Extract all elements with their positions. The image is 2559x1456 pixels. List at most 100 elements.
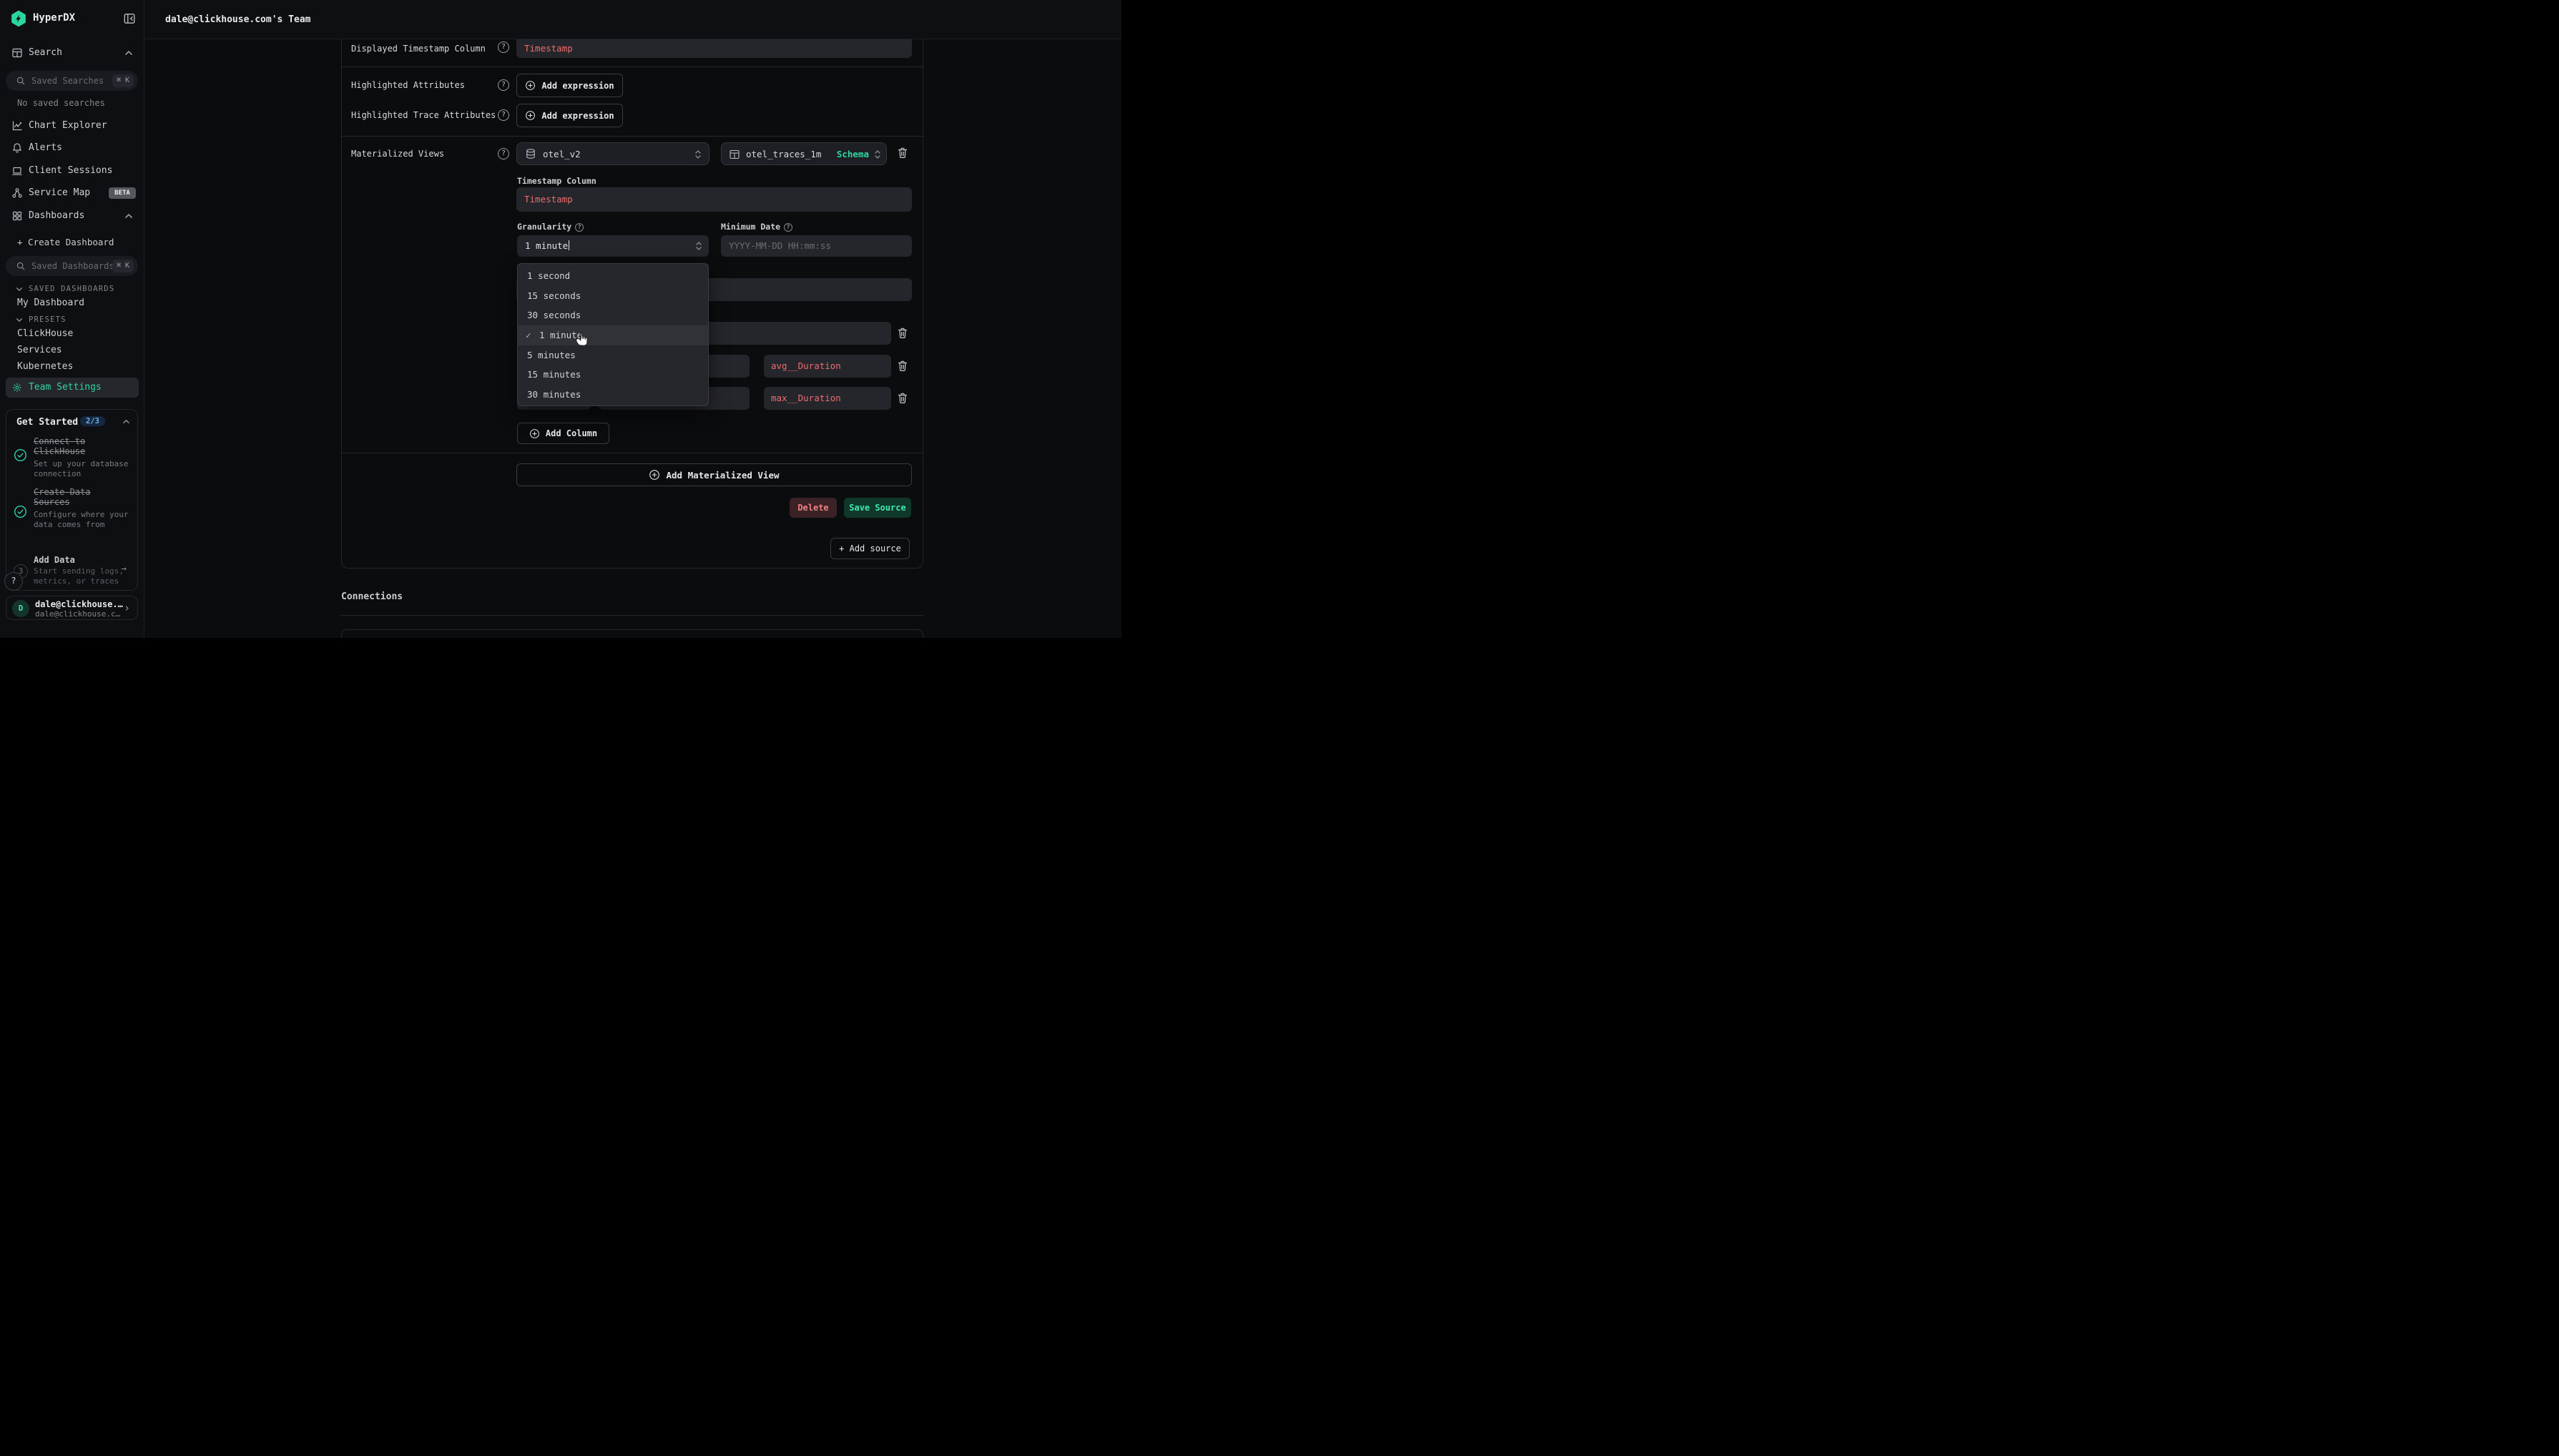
button-label: Add expression	[541, 81, 614, 91]
help-icon[interactable]	[575, 223, 584, 232]
chevron-down-icon	[16, 318, 23, 323]
dropdown-option[interactable]: 5 minutes	[518, 345, 708, 365]
bell-icon	[11, 142, 23, 154]
granularity-combobox[interactable]: 1 minute	[517, 235, 709, 257]
sidebar-item-services[interactable]: Services	[17, 345, 62, 355]
mv-alias-input[interactable]: avg__Duration	[764, 355, 891, 378]
laptop-icon	[11, 165, 23, 177]
displayed-timestamp-label: Displayed Timestamp Column	[351, 39, 486, 58]
step-desc: Start sending logs, metrics, or traces	[34, 566, 132, 586]
sidebar-item-label: Alerts	[29, 142, 62, 153]
table-select[interactable]: otel_traces_1m Schema	[721, 142, 887, 165]
step-desc: Configure where your data comes from	[34, 510, 132, 530]
collapse-sidebar-icon[interactable]	[123, 12, 136, 25]
delete-column-icon[interactable]	[897, 392, 911, 406]
saved-dashboards-section-header[interactable]: SAVED DASHBOARDS	[16, 284, 144, 294]
add-materialized-view-button[interactable]: Add Materialized View	[516, 463, 912, 486]
add-source-button[interactable]: + Add source	[830, 538, 910, 559]
minimum-date-input[interactable]: YYYY-MM-DD HH:mm:ss	[721, 235, 912, 257]
help-icon[interactable]	[498, 41, 509, 53]
label-text: Minimum Date	[721, 222, 780, 232]
step-desc: Set up your database connection	[34, 459, 132, 479]
sidebar-item-label: Dashboards	[29, 210, 84, 221]
step-title[interactable]: Add Data	[34, 555, 131, 565]
label-text: Granularity	[517, 222, 571, 232]
chevron-updown-icon	[694, 149, 702, 160]
saved-dashboards-input[interactable]: Saved Dashboards ⌘ K	[6, 256, 138, 276]
presets-section-header[interactable]: PRESETS	[16, 315, 144, 325]
add-expression-button[interactable]: Add expression	[516, 74, 623, 97]
materialized-views-label: Materialized Views	[351, 142, 444, 165]
button-label: Add expression	[541, 111, 614, 121]
sidebar-item-dashboards[interactable]: Dashboards	[0, 208, 144, 224]
sidebar-item-alerts[interactable]: Alerts	[0, 140, 144, 156]
sidebar-item-label: Team Settings	[29, 378, 102, 398]
saved-searches-input[interactable]: Saved Searches ⌘ K	[6, 71, 138, 91]
chevron-updown-icon	[873, 149, 882, 160]
chart-explorer-icon	[11, 120, 23, 132]
button-label: Add Column	[546, 428, 597, 438]
help-icon[interactable]	[498, 79, 509, 91]
chevron-down-icon	[16, 287, 23, 292]
hyperdx-logo-icon	[10, 10, 27, 27]
table-icon	[729, 149, 740, 160]
help-button[interactable]	[4, 572, 23, 591]
displayed-timestamp-input[interactable]: Timestamp	[516, 39, 912, 58]
sidebar-item-clickhouse[interactable]: ClickHouse	[17, 328, 73, 339]
sidebar-item-team-settings[interactable]: Team Settings	[6, 378, 139, 398]
chevron-up-icon	[124, 50, 133, 56]
create-dashboard-button[interactable]: + Create Dashboard	[17, 237, 114, 247]
sidebar-item-service-map[interactable]: Service Map BETA	[0, 185, 144, 201]
saved-dashboards-placeholder: Saved Dashboards	[31, 256, 114, 276]
user-email: dale@clickhouse.c…	[35, 609, 120, 619]
check-circle-icon	[14, 505, 27, 518]
save-source-button[interactable]: Save Source	[844, 498, 911, 518]
plus-circle-icon	[649, 469, 660, 481]
dropdown-option-selected[interactable]: 1 minute	[518, 325, 708, 345]
delete-column-icon[interactable]	[897, 327, 911, 341]
service-map-icon	[11, 187, 23, 199]
saved-searches-placeholder: Saved Searches	[31, 71, 104, 91]
schema-badge[interactable]: Schema	[837, 143, 869, 166]
add-column-button[interactable]: Add Column	[517, 423, 609, 444]
section-label: SAVED DASHBOARDS	[29, 285, 114, 293]
chevron-updown-icon	[694, 240, 703, 252]
sidebar-item-my-dashboard[interactable]: My Dashboard	[17, 297, 84, 308]
delete-materialized-view-icon[interactable]	[897, 147, 911, 161]
highlighted-attributes-label: Highlighted Attributes	[351, 74, 465, 97]
sidebar-item-client-sessions[interactable]: Client Sessions	[0, 163, 144, 179]
add-expression-button[interactable]: Add expression	[516, 104, 623, 127]
granularity-dropdown: 1 second 15 seconds 30 seconds 1 minute …	[517, 263, 709, 406]
help-icon[interactable]	[784, 223, 792, 232]
sidebar-item-chart-explorer[interactable]: Chart Explorer	[0, 118, 144, 134]
dropdown-option[interactable]: 1 second	[518, 266, 708, 286]
avatar: D	[12, 600, 29, 617]
plus-circle-icon	[529, 428, 540, 439]
step-title[interactable]: Connect to ClickHouse	[34, 436, 131, 456]
hyperdx-app: HyperDX Search Saved Searches ⌘ K No sav…	[0, 0, 1121, 638]
check-circle-icon	[14, 448, 27, 462]
dropdown-option[interactable]: 15 minutes	[518, 365, 708, 385]
mv-alias-input[interactable]: max__Duration	[764, 387, 891, 410]
dropdown-option[interactable]: 30 seconds	[518, 305, 708, 325]
dropdown-option[interactable]: 15 seconds	[518, 286, 708, 306]
dropdown-option[interactable]: 30 minutes	[518, 385, 708, 405]
step-title[interactable]: Create Data Sources	[34, 487, 131, 507]
sidebar-item-search[interactable]: Search	[0, 44, 144, 62]
shortcut-badge: ⌘ K	[112, 260, 134, 272]
user-card[interactable]: D dale@clickhouse.… dale@clickhouse.c…	[6, 596, 138, 620]
help-icon[interactable]	[498, 148, 509, 159]
team-title: dale@clickhouse.com's Team	[165, 0, 311, 39]
sidebar-item-kubernetes[interactable]: Kubernetes	[17, 361, 73, 372]
chevron-up-icon[interactable]	[122, 419, 130, 424]
divider	[342, 136, 923, 137]
view-select[interactable]: otel_v2	[516, 142, 709, 165]
sidebar-item-label: Client Sessions	[29, 165, 112, 176]
timestamp-column-input[interactable]: Timestamp	[516, 187, 912, 212]
delete-column-icon[interactable]	[897, 360, 911, 374]
delete-source-button[interactable]: Delete	[790, 498, 837, 518]
help-icon[interactable]	[498, 109, 509, 121]
get-started-title: Get Started	[16, 417, 78, 428]
select-value: otel_traces_1m	[746, 143, 821, 166]
chevron-right-icon	[124, 601, 130, 614]
